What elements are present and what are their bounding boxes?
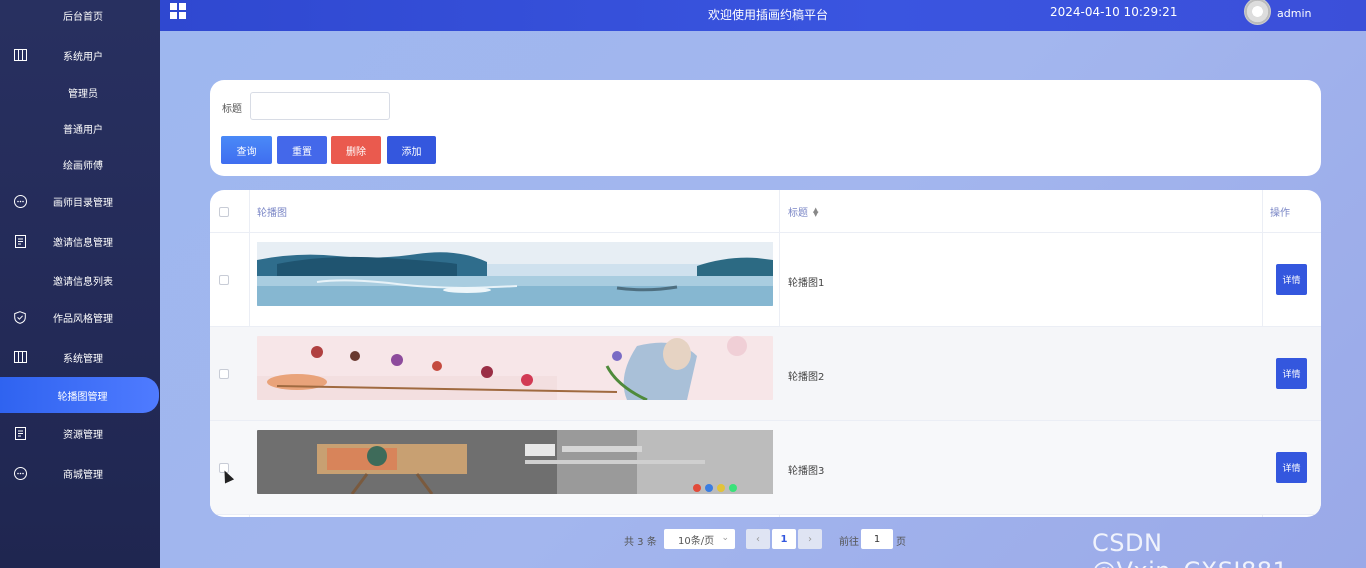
sidebar-item-painters[interactable]: 绘画师傅 xyxy=(0,146,160,182)
prev-page-button[interactable]: ‹ xyxy=(746,529,770,549)
welcome-text: 欢迎使用插画约稿平台 xyxy=(708,8,829,22)
user-name[interactable]: admin xyxy=(1277,7,1311,20)
avatar[interactable] xyxy=(1244,0,1271,25)
sidebar-item-carousel[interactable]: 轮播图管理 xyxy=(0,377,159,413)
sidebar: 后台首页 系统用户 管理员 普通用户 绘画师傅 画师目录管理 邀请信息管理 邀请… xyxy=(0,0,160,568)
query-button[interactable]: 查询 xyxy=(221,136,272,164)
document-icon xyxy=(13,426,27,440)
sidebar-item-painter-catalog[interactable]: 画师目录管理 xyxy=(0,183,160,219)
next-page-button[interactable]: › xyxy=(798,529,822,549)
shield-icon xyxy=(13,310,27,324)
detail-button[interactable]: 详情 xyxy=(1276,452,1307,483)
sidebar-item-label: 轮播图管理 xyxy=(57,391,108,403)
header-title[interactable]: 标题 ▲ ▼ xyxy=(788,190,818,233)
sidebar-item-admins[interactable]: 管理员 xyxy=(0,74,160,110)
title-filter-input[interactable] xyxy=(250,92,390,120)
add-button[interactable]: 添加 xyxy=(387,136,436,164)
goto-page-input[interactable]: 1 xyxy=(861,529,893,549)
row-title: 轮播图1 xyxy=(788,278,825,289)
chat-icon xyxy=(13,194,27,208)
columns-icon xyxy=(13,48,27,62)
sidebar-item-normal-users[interactable]: 普通用户 xyxy=(0,110,160,146)
chat-icon xyxy=(13,466,27,480)
sidebar-item-system-users[interactable]: 系统用户 xyxy=(0,37,160,73)
detail-button[interactable]: 详情 xyxy=(1276,358,1307,389)
header-action: 操作 xyxy=(1270,208,1290,219)
main-content: 标题 查询 重置 删除 添加 轮播图 标题 ▲ ▼ 操作 轮播图1 详情 轮播图… xyxy=(160,31,1366,568)
row-title: 轮播图2 xyxy=(788,372,825,383)
filter-card: 标题 查询 重置 删除 添加 xyxy=(210,80,1321,176)
row-title: 轮播图3 xyxy=(788,466,825,477)
page-size-select[interactable]: 10条/页 ⌄ xyxy=(664,529,735,549)
sidebar-item-invite-list[interactable]: 邀请信息列表 xyxy=(0,262,160,298)
goto-label: 前往 xyxy=(839,537,859,548)
sort-icon[interactable]: ▲ ▼ xyxy=(813,206,818,217)
sidebar-item-label: 绘画师傅 xyxy=(63,160,103,172)
menu-grid-icon[interactable] xyxy=(170,3,186,19)
sidebar-item-system-mgmt[interactable]: 系统管理 xyxy=(0,339,160,375)
delete-button[interactable]: 删除 xyxy=(331,136,381,164)
top-header: 欢迎使用插画约稿平台 2024-04-10 10:29:21 admin xyxy=(160,0,1366,31)
carousel-image-3 xyxy=(257,430,773,494)
columns-icon xyxy=(13,350,27,364)
reset-button[interactable]: 重置 xyxy=(277,136,327,164)
sidebar-item-label: 管理员 xyxy=(68,88,98,100)
carousel-image-1 xyxy=(257,242,773,306)
carousel-table: 轮播图 标题 ▲ ▼ 操作 轮播图1 详情 轮播图2 详情 轮播图3 详情 xyxy=(210,190,1321,517)
sidebar-item-label: 邀请信息列表 xyxy=(53,276,113,288)
table-row: 轮播图3 详情 xyxy=(210,421,1321,515)
select-all-checkbox[interactable] xyxy=(219,207,229,217)
sidebar-item-label: 后台首页 xyxy=(63,11,103,23)
goto-unit: 页 xyxy=(896,537,906,548)
carousel-image-2 xyxy=(257,336,773,400)
watermark: CSDN @Vxin_CXSJ881 xyxy=(1092,529,1288,568)
row-checkbox[interactable] xyxy=(219,369,229,379)
detail-button[interactable]: 详情 xyxy=(1276,264,1307,295)
page-number-current[interactable]: 1 xyxy=(772,529,796,549)
sidebar-item-home[interactable]: 后台首页 xyxy=(0,0,160,33)
pagination-total: 共 3 条 xyxy=(624,537,657,548)
sidebar-item-resources[interactable]: 资源管理 xyxy=(0,415,160,451)
sidebar-item-shop[interactable]: 商城管理 xyxy=(0,455,160,491)
table-row: 轮播图2 详情 xyxy=(210,327,1321,421)
header-image: 轮播图 xyxy=(257,208,287,219)
page-size-value: 10条/页 xyxy=(678,535,715,547)
row-checkbox[interactable] xyxy=(219,275,229,285)
header-title-label: 标题 xyxy=(788,208,808,219)
sidebar-item-art-style[interactable]: 作品风格管理 xyxy=(0,299,160,335)
document-icon xyxy=(13,234,27,248)
table-header xyxy=(210,190,1321,233)
sidebar-item-invite-info[interactable]: 邀请信息管理 xyxy=(0,223,160,259)
chevron-down-icon: ⌄ xyxy=(721,533,729,543)
datetime-text: 2024-04-10 10:29:21 xyxy=(1050,5,1178,19)
sidebar-item-label: 普通用户 xyxy=(63,124,103,136)
title-filter-label: 标题 xyxy=(222,104,242,115)
table-row: 轮播图1 详情 xyxy=(210,233,1321,327)
